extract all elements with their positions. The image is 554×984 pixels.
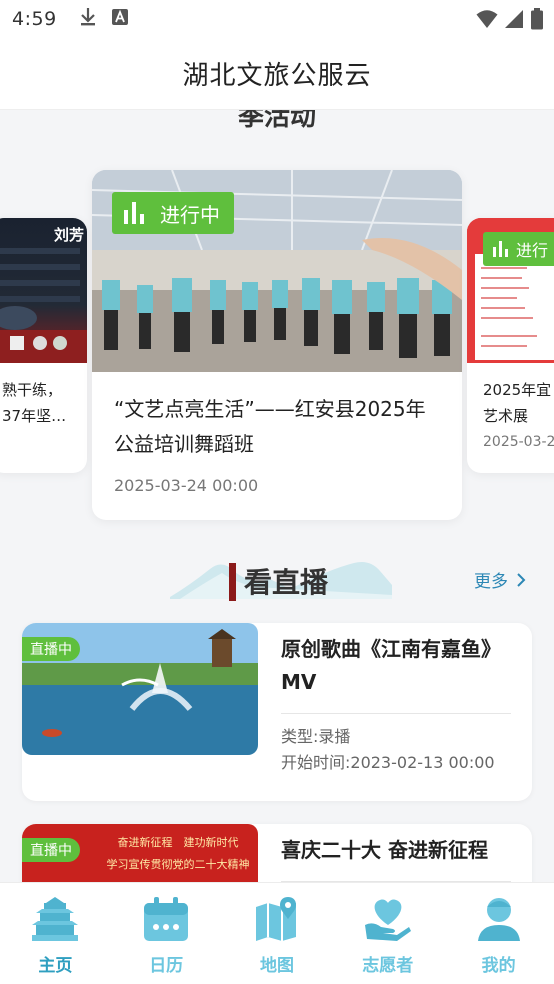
live-badge-label: 直播中 — [30, 642, 72, 658]
activity-card-left-image: 刘芳 — [0, 218, 87, 363]
divider — [281, 713, 511, 714]
live-list-item[interactable]: 直播中 原创歌曲《江南有嘉鱼》MV 类型:录播 开始时间:2023-02-13 … — [22, 623, 532, 801]
status-right — [476, 8, 544, 34]
bottom-nav: 主页 日历 地图 志愿者 我的 — [0, 882, 554, 984]
live-thumbnail: 直播中 — [22, 623, 258, 755]
nav-label: 主页 — [38, 956, 73, 976]
status-time: 4:59 — [12, 8, 57, 30]
activity-card-image: 进行中 — [92, 170, 462, 372]
live-item-start-time: 开始时间:2023-02-13 00:00 — [281, 753, 495, 772]
activity-card-left-title-2: 37年坚… — [2, 407, 67, 425]
bar-chart-icon — [493, 241, 508, 257]
activity-card-left-title-1: 熟干练， — [2, 381, 63, 399]
home-pavilion-icon — [32, 897, 79, 941]
page-title: 湖北文旅公服云 — [182, 61, 372, 91]
banner-text: 奋进新征程 建功新时代 学习宣传贯彻党的二十大精神 — [98, 832, 258, 876]
live-item-title: 原创歌曲《江南有嘉鱼》MV — [281, 637, 501, 694]
activity-card-main[interactable]: 进行中 “文艺点亮生活”——红安县2025年公益培训舞蹈班 2025-03-24… — [92, 170, 462, 520]
bar-chart-icon — [124, 202, 144, 224]
app-screen: 4:59 湖北文旅公服云 季活动 刘芳 熟干练， 37年坚… 进行中 “文艺点亮… — [0, 0, 554, 984]
banner-line-2: 学习宣传贯彻党的二十大精神 — [106, 858, 250, 871]
nav-item-calendar[interactable]: 日历 — [111, 883, 222, 984]
live-item-type: 类型:录播 — [281, 727, 351, 746]
nav-item-profile[interactable]: 我的 — [443, 883, 554, 984]
map-icon — [255, 897, 296, 941]
live-badge: 直播中 — [22, 637, 80, 661]
activity-card-right-date: 2025-03-22 — [483, 434, 554, 450]
download-icon — [79, 7, 97, 31]
activity-card-left[interactable]: 刘芳 熟干练， 37年坚… — [0, 218, 87, 473]
activity-card-right[interactable]: 进行 2025年宜 艺术展 2025-03-22 — [467, 218, 554, 473]
status-badge-right-label: 进行 — [516, 241, 549, 260]
activity-card-date: 2025-03-24 00:00 — [114, 476, 259, 495]
wifi-icon — [476, 9, 498, 33]
profile-icon — [477, 898, 520, 941]
live-section-title: 看直播 — [244, 566, 329, 599]
font-icon — [111, 8, 129, 30]
app-header: 湖北文旅公服云 — [0, 38, 554, 110]
signal-icon — [504, 9, 524, 33]
section-accent-bar — [229, 563, 236, 601]
activity-card-right-title-2: 艺术展 — [483, 407, 529, 425]
nav-item-map[interactable]: 地图 — [222, 883, 333, 984]
activity-card-right-image: 进行 — [467, 218, 554, 363]
poster-name-text: 刘芳 — [54, 226, 84, 244]
live-item-title: 喜庆二十大 奋进新征程 — [281, 838, 488, 862]
activity-card-right-title-1: 2025年宜 — [483, 381, 552, 399]
nav-label: 日历 — [149, 956, 184, 976]
nav-label: 我的 — [481, 956, 516, 976]
nav-label: 地图 — [259, 956, 294, 976]
status-badge: 进行中 — [112, 192, 234, 234]
calendar-icon — [144, 897, 189, 941]
nav-item-home[interactable]: 主页 — [0, 883, 111, 984]
status-badge-right: 进行 — [483, 232, 554, 266]
more-link[interactable]: 更多 — [474, 567, 526, 592]
live-badge-label: 直播中 — [30, 843, 72, 859]
volunteer-heart-icon — [364, 899, 411, 941]
live-badge: 直播中 — [22, 838, 80, 862]
more-link-label: 更多 — [474, 572, 508, 592]
nav-label: 志愿者 — [362, 956, 414, 976]
status-bar: 4:59 — [0, 0, 554, 38]
status-badge-label: 进行中 — [160, 202, 220, 227]
banner-line-1: 奋进新征程 建功新时代 — [117, 836, 239, 849]
live-section-header: 看直播 更多 — [0, 555, 554, 609]
nav-item-volunteer[interactable]: 志愿者 — [332, 883, 443, 984]
chevron-right-icon — [517, 572, 526, 587]
activity-card-title: “文艺点亮生活”——红安县2025年公益培训舞蹈班 — [114, 397, 426, 456]
theater-seats-illustration: 刘芳 — [0, 226, 87, 363]
battery-icon — [530, 8, 544, 34]
